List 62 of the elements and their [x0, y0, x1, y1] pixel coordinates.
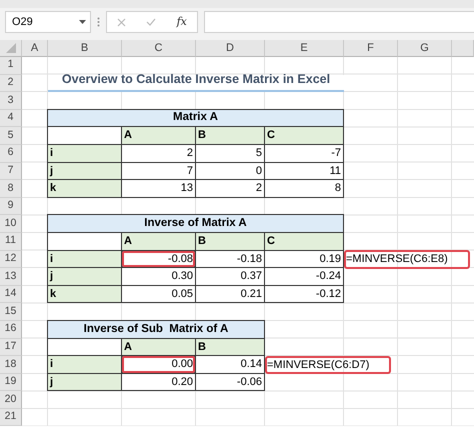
- table-cell: -0.06: [195, 372, 265, 392]
- table-cell: 0.14: [195, 355, 265, 374]
- row-number[interactable]: 18: [0, 356, 22, 374]
- row-number[interactable]: 7: [0, 162, 22, 180]
- table-cell: 0.20: [121, 372, 196, 392]
- row-label-cell: j: [47, 372, 122, 392]
- table-title-cell: Inverse of Sub Matrix of A: [47, 320, 265, 338]
- row-label-cell: j: [47, 267, 122, 286]
- column-header[interactable]: C: [122, 40, 196, 57]
- row-number[interactable]: 13: [0, 268, 22, 286]
- column-header[interactable]: D: [196, 40, 265, 57]
- cancel-icon[interactable]: [117, 18, 126, 26]
- row-number[interactable]: 4: [0, 110, 22, 128]
- column-header[interactable]: A: [22, 40, 48, 57]
- table-header-cell: C: [264, 232, 344, 251]
- column-header[interactable]: B: [48, 40, 122, 57]
- caret-icon: [79, 20, 86, 24]
- table-header-cell: A: [121, 126, 196, 145]
- row-number[interactable]: 16: [0, 320, 22, 338]
- row-number[interactable]: 15: [0, 303, 22, 321]
- row-number[interactable]: 17: [0, 338, 22, 356]
- insert-function-button[interactable]: fx: [176, 14, 187, 30]
- select-all-icon[interactable]: [6, 43, 16, 53]
- row-label-cell: k: [47, 284, 122, 304]
- table-cell: 8: [264, 179, 344, 198]
- row-number[interactable]: 5: [0, 127, 22, 145]
- sheet-heading: Overview to Calculate Inverse Matrix in Excel: [48, 74, 344, 92]
- row-number[interactable]: 1: [0, 57, 22, 75]
- row-number[interactable]: 21: [0, 408, 22, 426]
- table-header-cell: B: [195, 126, 265, 145]
- row-number[interactable]: 12: [0, 250, 22, 268]
- row-number[interactable]: 3: [0, 92, 22, 110]
- table-header-cell: B: [195, 232, 265, 251]
- row-number[interactable]: 9: [0, 198, 22, 216]
- table-title-cell: Matrix A: [47, 108, 344, 128]
- formula-text: =MINVERSE(C6:E8): [344, 250, 470, 269]
- row-number[interactable]: 20: [0, 391, 22, 409]
- column-header[interactable]: F: [344, 40, 398, 57]
- row-number[interactable]: 6: [0, 144, 22, 163]
- row-number[interactable]: 11: [0, 232, 22, 251]
- table-title-cell: Inverse of Matrix A: [47, 214, 344, 233]
- row-number[interactable]: 8: [0, 180, 22, 198]
- row-number[interactable]: 19: [0, 374, 22, 392]
- table-cell: -7: [264, 144, 344, 163]
- column-header[interactable]: [452, 40, 474, 57]
- enter-icon[interactable]: [146, 18, 156, 26]
- formula-text: =MINVERSE(C6:D7): [265, 356, 392, 374]
- row-number[interactable]: 14: [0, 286, 22, 304]
- grip-icon: [97, 17, 100, 27]
- row-label-cell: i: [47, 144, 122, 163]
- table-header-cell: C: [264, 126, 344, 145]
- row-number[interactable]: 2: [0, 74, 22, 92]
- row-label-cell: i: [47, 355, 122, 374]
- table-header-cell: A: [121, 232, 196, 251]
- row-number[interactable]: 10: [0, 215, 22, 233]
- name-box[interactable]: O29: [5, 11, 91, 33]
- formula-input[interactable]: [204, 11, 474, 33]
- row-label-cell: k: [47, 179, 122, 198]
- table-cell: 0.00: [121, 355, 196, 374]
- column-header[interactable]: G: [398, 40, 452, 57]
- column-header[interactable]: E: [265, 40, 344, 57]
- table-cell: -0.12: [264, 284, 344, 304]
